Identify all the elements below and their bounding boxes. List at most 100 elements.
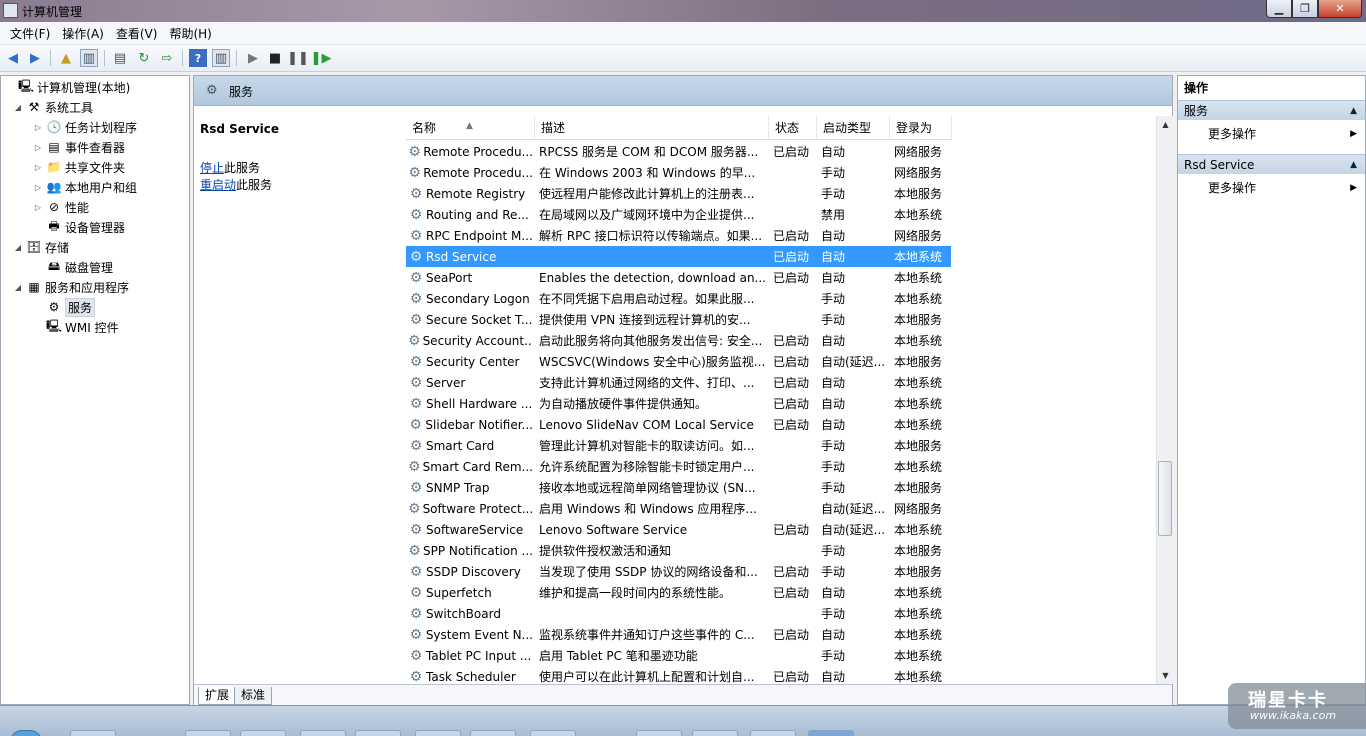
- table-row[interactable]: ⚙ Shell Hardware ... 为自动播放硬件事件提供通知。 已启动 自动 本地…: [406, 393, 951, 414]
- service-name: Rsd Service: [426, 249, 497, 264]
- table-row[interactable]: ⚙ Server 支持此计算机通过网络的文件、打印、... 已启动 自动 本地系统: [406, 372, 951, 393]
- stop-service-link[interactable]: 停止: [200, 161, 224, 175]
- table-row[interactable]: ⚙ RPC Endpoint M... 解析 RPC 接口标识符以传输端点。如果..…: [406, 225, 951, 246]
- taskbar-app-button[interactable]: [750, 730, 796, 736]
- taskbar-app-button[interactable]: [70, 730, 116, 736]
- table-row[interactable]: ⚙ Security Center WSCSVC(Windows 安全中心)服务监视…: [406, 351, 951, 372]
- table-row[interactable]: ⚙ Slidebar Notifier... Lenovo SlideNav COM…: [406, 414, 951, 435]
- taskbar-app-button[interactable]: [355, 730, 401, 736]
- column-header-status[interactable]: 状态: [769, 116, 817, 140]
- table-row[interactable]: ⚙ Smart Card 管理此计算机对智能卡的取读访问。如... 手动 本地服务: [406, 435, 951, 456]
- menu-view[interactable]: 查看(V): [110, 25, 164, 42]
- table-row[interactable]: ⚙ SPP Notification ... 提供软件授权激活和通知 手动 本地服务: [406, 540, 951, 561]
- expand-arrow-icon[interactable]: ▷: [33, 143, 43, 152]
- column-header-name[interactable]: ▲ 名称: [406, 116, 535, 140]
- scroll-down-icon[interactable]: ▼: [1157, 667, 1174, 684]
- export-list-icon[interactable]: ⇨: [158, 49, 176, 67]
- column-header-logon-as[interactable]: 登录为: [890, 116, 952, 140]
- tree-item[interactable]: ▷ 👥 本地用户和组: [33, 178, 137, 196]
- refresh-icon[interactable]: ↻: [135, 49, 153, 67]
- taskbar-app-button-active[interactable]: [808, 730, 854, 736]
- tree-item[interactable]: ▷ ▤ 事件查看器: [33, 138, 125, 156]
- start-button[interactable]: [10, 730, 42, 736]
- more-actions-rsd-service[interactable]: 更多操作 ▶: [1178, 177, 1365, 199]
- tree-item[interactable]: ▷ 🕓 任务计划程序: [33, 118, 137, 136]
- scroll-up-icon[interactable]: ▲: [1157, 116, 1174, 133]
- show-hide-tree-icon[interactable]: ▥: [80, 49, 98, 67]
- tree-item[interactable]: 🖶 设备管理器: [33, 218, 125, 236]
- table-row[interactable]: ⚙ SNMP Trap 接收本地或远程简单网络管理协议 (SN... 手动 本地服务: [406, 477, 951, 498]
- column-header-description[interactable]: 描述: [535, 116, 769, 140]
- taskbar-app-button[interactable]: [415, 730, 461, 736]
- tree-item[interactable]: ▷ ⊘ 性能: [33, 198, 89, 216]
- taskbar-app-button[interactable]: [692, 730, 738, 736]
- table-row[interactable]: ⚙ System Event N... 监视系统事件并通知订户这些事件的 C... 已…: [406, 624, 951, 645]
- taskbar-app-button[interactable]: [636, 730, 682, 736]
- table-row[interactable]: ⚙ Remote Registry 使远程用户能修改此计算机上的注册表... 手动 本地…: [406, 183, 951, 204]
- service-name: Secondary Logon: [426, 291, 530, 306]
- table-row[interactable]: ⚙ Remote Procedu... RPCSS 服务是 COM 和 DCOM 服…: [406, 141, 951, 162]
- table-row[interactable]: ⚙ Rsd Service 已启动 自动 本地系统: [406, 246, 951, 267]
- expand-arrow-icon[interactable]: ▷: [33, 183, 43, 192]
- scrollbar-thumb[interactable]: [1158, 461, 1172, 536]
- column-header-startup-type[interactable]: 启动类型: [817, 116, 890, 140]
- more-actions-services[interactable]: 更多操作 ▶: [1178, 123, 1365, 145]
- taskbar-app-button[interactable]: [185, 730, 231, 736]
- tree-item[interactable]: ◢ ⚒ 系统工具: [13, 98, 93, 116]
- table-row[interactable]: ⚙ Remote Procedu... 在 Windows 2003 和 Windo…: [406, 162, 951, 183]
- vertical-scrollbar[interactable]: ▲ ▼: [1156, 116, 1173, 684]
- show-hide-action-pane-icon[interactable]: ▥: [212, 49, 230, 67]
- table-row[interactable]: ⚙ Secondary Logon 在不同凭据下启用启动过程。如果此服... 手动 本地…: [406, 288, 951, 309]
- table-row[interactable]: ⚙ Secure Socket T... 提供使用 VPN 连接到远程计算机的安..…: [406, 309, 951, 330]
- up-folder-icon[interactable]: ▲: [57, 49, 75, 67]
- menu-file[interactable]: 文件(F): [4, 25, 56, 42]
- table-row[interactable]: ⚙ Software Protect... 启用 Windows 和 Windows…: [406, 498, 951, 519]
- tree-item[interactable]: 🖴 磁盘管理: [33, 258, 113, 276]
- tree-item[interactable]: ▷ 📁 共享文件夹: [33, 158, 125, 176]
- tree-item[interactable]: ⚙ 服务: [33, 297, 96, 317]
- table-row[interactable]: ⚙ Superfetch 维护和提高一段时间内的系统性能。 已启动 自动 本地系统: [406, 582, 951, 603]
- restart-service-icon[interactable]: ❚▶: [311, 49, 332, 67]
- minimize-button[interactable]: ▁: [1266, 0, 1292, 18]
- actions-section-services[interactable]: 服务 ▲: [1178, 100, 1365, 120]
- close-button[interactable]: ✕: [1318, 0, 1362, 18]
- start-service-icon[interactable]: ▶: [244, 49, 262, 67]
- table-row[interactable]: ⚙ SwitchBoard 手动 本地系统: [406, 603, 951, 624]
- tree-item[interactable]: 🖳 计算机管理(本地): [5, 78, 130, 96]
- tab-extended[interactable]: 扩展: [198, 687, 237, 705]
- tree-item[interactable]: 🖳 WMI 控件: [33, 318, 119, 336]
- expand-arrow-icon[interactable]: ◢: [13, 243, 23, 252]
- tree-item[interactable]: ◢ ▦ 服务和应用程序: [13, 278, 129, 296]
- taskbar-app-button[interactable]: [300, 730, 346, 736]
- menu-action[interactable]: 操作(A): [56, 25, 110, 42]
- actions-section-rsd-service[interactable]: Rsd Service ▲: [1178, 154, 1365, 174]
- expand-arrow-icon[interactable]: ◢: [13, 103, 23, 112]
- service-startup-type: 手动: [821, 187, 846, 201]
- maximize-button[interactable]: ❐: [1292, 0, 1318, 18]
- table-row[interactable]: ⚙ Security Account... 启动此服务将向其他服务发出信号: 安全.…: [406, 330, 951, 351]
- tab-standard[interactable]: 标准: [234, 687, 273, 705]
- pause-service-icon[interactable]: ❚❚: [287, 49, 309, 67]
- expand-arrow-icon[interactable]: ▷: [33, 203, 43, 212]
- table-row[interactable]: ⚙ SoftwareService Lenovo Software Service 已…: [406, 519, 951, 540]
- tree-item[interactable]: ◢ 🗄 存储: [13, 238, 69, 256]
- expand-arrow-icon[interactable]: ◢: [13, 283, 23, 292]
- restart-service-link[interactable]: 重启动: [200, 178, 236, 192]
- table-row[interactable]: ⚙ Smart Card Rem... 允许系统配置为移除智能卡时锁定用户... 手动…: [406, 456, 951, 477]
- back-arrow-icon[interactable]: ◀: [4, 49, 22, 67]
- properties-icon[interactable]: ▤: [111, 49, 129, 67]
- menu-help[interactable]: 帮助(H): [163, 25, 217, 42]
- service-detail-panel: Rsd Service 停止此服务 重启动此服务: [194, 106, 404, 686]
- forward-arrow-icon[interactable]: ▶: [26, 49, 44, 67]
- table-row[interactable]: ⚙ SeaPort Enables the detection, download …: [406, 267, 951, 288]
- table-row[interactable]: ⚙ SSDP Discovery 当发现了使用 SSDP 协议的网络设备和... 已启…: [406, 561, 951, 582]
- stop-service-icon[interactable]: ■: [266, 49, 284, 67]
- taskbar-app-button[interactable]: [470, 730, 516, 736]
- expand-arrow-icon[interactable]: ▷: [33, 163, 43, 172]
- taskbar-app-button[interactable]: [530, 730, 576, 736]
- taskbar-app-button[interactable]: [240, 730, 286, 736]
- table-row[interactable]: ⚙ Routing and Re... 在局域网以及广域网环境中为企业提供... 禁用…: [406, 204, 951, 225]
- table-row[interactable]: ⚙ Tablet PC Input ... 启用 Tablet PC 笔和墨迹功能 手…: [406, 645, 951, 666]
- expand-arrow-icon[interactable]: ▷: [33, 123, 43, 132]
- help-icon[interactable]: ?: [189, 49, 207, 67]
